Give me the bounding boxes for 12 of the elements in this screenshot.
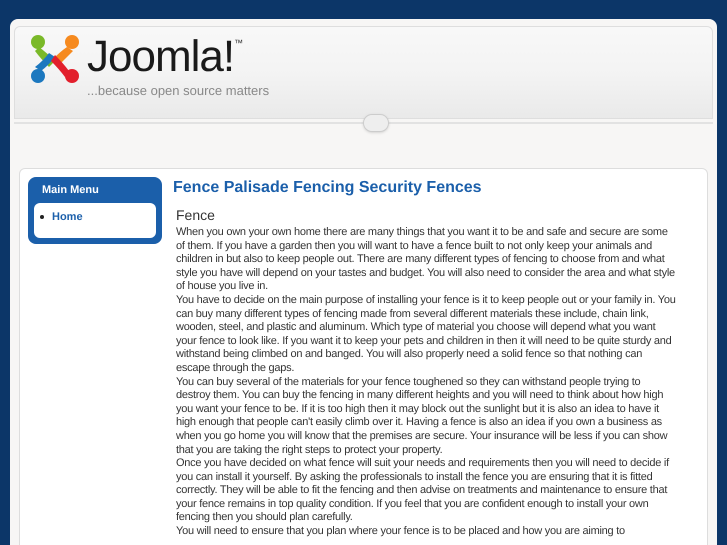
article-subtitle: Fence: [176, 206, 216, 225]
paragraph: You will need to ensure that you plan where your fence is to be placed and how you are aiming to: [176, 525, 626, 539]
menu-title: Main Menu: [42, 183, 100, 198]
article-title: Fence Palisade Fencing Security Fences: [173, 178, 483, 198]
logo-text: Joomla!: [87, 31, 234, 83]
paragraph: When you own your own home there are many things that you want it to be and safe and secure are some of them. If you have a garden then you will want to have a fence built to not only keep your animals and children in but also to keep people out. There are many different types of fencing to choose from and what style you have will depend on your tastes and budget. You will also need to consider the area and what style of house you live in.: [176, 226, 676, 294]
paragraph: Once you have decided on what fence will suit your needs and requirements then you will need to decide if you can install it yourself. By asking the professionals to install the fence you are ensuring that it is fitted correctly. They will be able to fit the fencing and then advise on treatments and maintenance to ensure that your fence remains in top quality condition. If you feel that you are confident enough to install your own fencing then you should plan carefully.: [176, 457, 670, 526]
paragraph: You have to decide on the main purpose of installing your fence is it to keep people out or your family in. You can buy many different types of fencing made from several different materials these include, chain link, wooden, steel, and plastic and aluminum. Which type of material you choose will depend what you want your fence to look like. If you want it to keep your pets and children in then it will need to be quite sturdy and withstand being climbed on and banged. You will also properly need a solid fence so that nothing can escape through the gaps.: [176, 294, 676, 376]
tagline: ...because open source matters: [87, 82, 270, 100]
paragraph: You can buy several of the materials for your fence toughened so they can withstand people trying to destroy them. You can buy the fencing in many different heights and you will need to think about how high you want your fence to be. If it is too high then it may block out the sunlight but it is also an idea to have it high enough that people can't easily climb over it. Having a fence is also an idea if you own a business as when you go home you will know that the premises are secure. Your insurance will be less if you can show that you are taking the right steps to protect your property.: [176, 376, 668, 458]
menu-link[interactable]: Home: [52, 208, 83, 225]
trademark: ™: [234, 37, 244, 50]
